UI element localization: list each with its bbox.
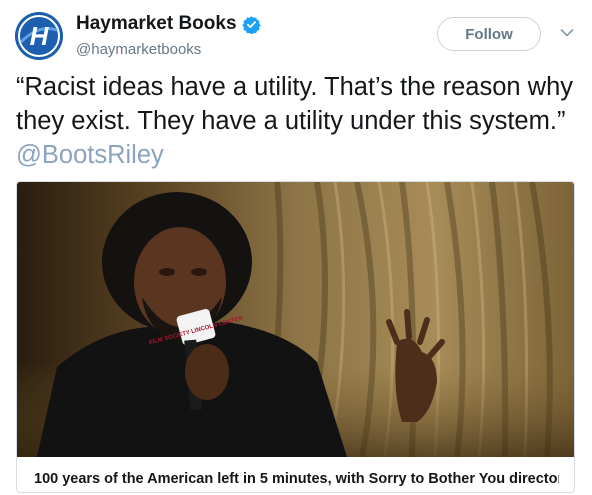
display-name[interactable]: Haymarket Books xyxy=(76,13,261,35)
follow-button[interactable]: Follow xyxy=(437,17,541,51)
avatar[interactable]: H xyxy=(15,12,63,60)
chevron-down-icon[interactable] xyxy=(560,28,574,38)
card-title[interactable]: 100 years of the American left in 5 minu… xyxy=(34,471,559,487)
tweet-body: “Racist ideas have a utility. That’s the… xyxy=(16,73,574,135)
link-card[interactable]: FILM SOCIETY LINCOLN CENTER 100 years of… xyxy=(16,181,575,493)
haymarket-logo-icon: H xyxy=(15,12,63,60)
display-name-text: Haymarket Books xyxy=(76,13,237,34)
tweet: H Haymarket Books @haymarketbooks Follow… xyxy=(0,0,592,495)
tweet-text: “Racist ideas have a utility. That’s the… xyxy=(16,70,584,172)
avatar-letter: H xyxy=(30,21,50,51)
mention-link[interactable]: @BootsRiley xyxy=(16,141,164,169)
account-handle[interactable]: @haymarketbooks xyxy=(76,41,201,58)
verified-badge-icon xyxy=(241,15,261,34)
card-image[interactable]: FILM SOCIETY LINCOLN CENTER xyxy=(17,182,574,457)
